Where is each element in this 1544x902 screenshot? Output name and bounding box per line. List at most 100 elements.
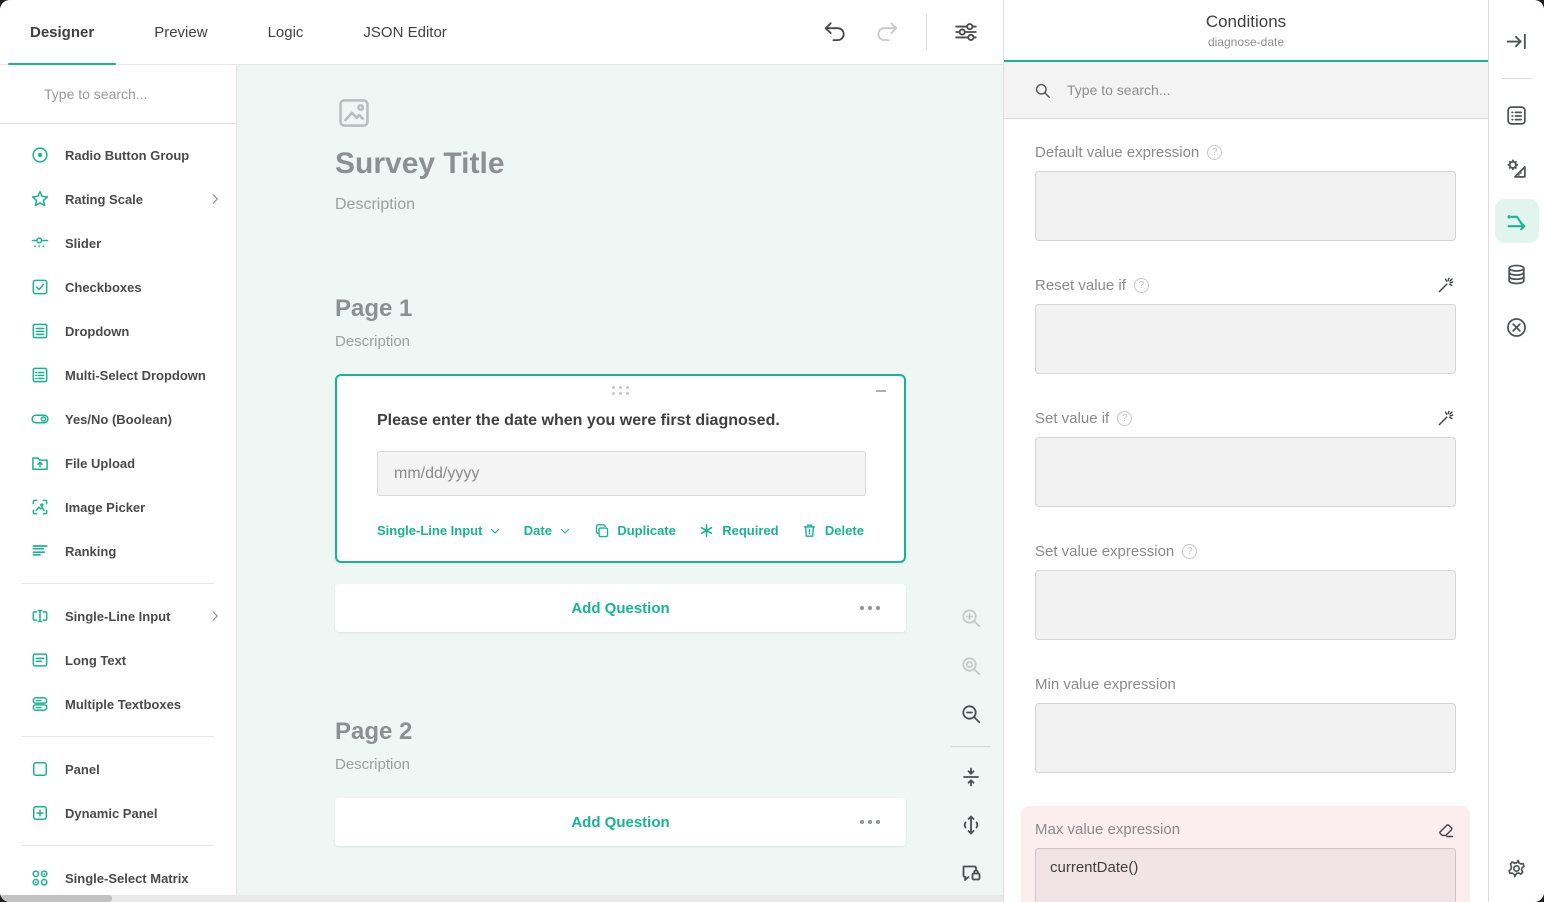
toolbox-search[interactable] xyxy=(0,65,236,124)
toolbox-item-radio-button-group[interactable]: Radio Button Group xyxy=(0,133,236,177)
scrollbar-thumb[interactable] xyxy=(0,895,112,902)
date-input-field[interactable] xyxy=(377,451,866,496)
panel-search-input[interactable] xyxy=(1067,82,1472,98)
add-question-label: Add Question xyxy=(571,814,669,831)
question-type-selector[interactable]: Single-Line Input xyxy=(377,523,501,538)
tab-designer[interactable]: Designer xyxy=(0,0,124,64)
toolbox-sidebar: Radio Button Group Rating Scale Slider C… xyxy=(0,65,237,895)
condition-builder-wand-icon[interactable] xyxy=(1436,275,1456,295)
toolbox-item-label: Ranking xyxy=(65,544,222,559)
toolbox-item-single-line-input[interactable]: Single-Line Input xyxy=(0,594,236,638)
toolbox-item-checkboxes[interactable]: Checkboxes xyxy=(0,265,236,309)
help-icon[interactable]: ? xyxy=(1182,544,1197,559)
question-title[interactable]: Please enter the date when you were firs… xyxy=(377,412,864,430)
toolbox-item-image-picker[interactable]: Image Picker xyxy=(0,485,236,529)
set-value-if-input[interactable] xyxy=(1035,437,1456,507)
drag-scroll-mode-icon[interactable] xyxy=(955,809,987,841)
page2-description[interactable]: Description xyxy=(335,756,906,773)
required-toggle[interactable]: Required xyxy=(698,522,778,539)
add-question-label: Add Question xyxy=(571,600,669,617)
toolbox-item-label: Dropdown xyxy=(65,324,222,339)
reset-value-if-input[interactable] xyxy=(1035,304,1456,374)
rail-divider xyxy=(1502,78,1532,79)
question-type-label: Single-Line Input xyxy=(377,523,482,538)
toolbox-item-multi-select-dropdown[interactable]: Multi-Select Dropdown xyxy=(0,353,236,397)
tab-preview[interactable]: Preview xyxy=(124,0,237,64)
toolbox-item-file-upload[interactable]: File Upload xyxy=(0,441,236,485)
zoom-out-icon[interactable] xyxy=(955,698,987,730)
survey-logo-placeholder-icon[interactable] xyxy=(335,94,373,130)
conditions-logic-icon[interactable] xyxy=(1495,199,1539,243)
duplicate-button[interactable]: Duplicate xyxy=(593,522,676,539)
help-icon[interactable]: ? xyxy=(1117,411,1132,426)
add-question-button-page1[interactable]: Add Question xyxy=(335,584,906,632)
add-question-button-page2[interactable]: Add Question xyxy=(335,798,906,846)
drag-handle-icon[interactable] xyxy=(612,386,630,395)
collapse-all-pages-icon[interactable] xyxy=(955,761,987,793)
collapse-panel-icon[interactable] xyxy=(1495,19,1539,63)
chevron-right-icon[interactable] xyxy=(208,192,222,206)
toolbar-actions xyxy=(822,0,1003,64)
toolbox-item-panel[interactable]: Panel xyxy=(0,747,236,791)
panel-search[interactable] xyxy=(1004,62,1488,119)
validation-icon[interactable] xyxy=(1495,305,1539,349)
toolbox-search-input[interactable] xyxy=(44,86,225,102)
toolbox-item-boolean[interactable]: Yes/No (Boolean) xyxy=(0,397,236,441)
horizontal-scrollbar[interactable] xyxy=(0,895,1003,902)
lock-questions-icon[interactable] xyxy=(955,857,987,889)
min-value-expression-input[interactable] xyxy=(1035,703,1456,773)
toolbox-item-single-select-matrix[interactable]: Single-Select Matrix xyxy=(0,856,236,900)
tab-logic[interactable]: Logic xyxy=(238,0,334,64)
survey-title[interactable]: Survey Title xyxy=(335,147,906,181)
question-card-diagnose-date[interactable]: Please enter the date when you were firs… xyxy=(335,374,906,563)
settings-gear-icon[interactable] xyxy=(1495,846,1539,890)
default-value-expression-input[interactable] xyxy=(1035,171,1456,241)
zoom-in-icon[interactable] xyxy=(955,602,987,634)
long-text-icon xyxy=(30,650,50,670)
checkboxes-icon xyxy=(30,277,50,297)
add-question-menu-icon[interactable] xyxy=(854,600,886,616)
toolbox-item-label: Rating Scale xyxy=(65,192,193,207)
help-icon[interactable]: ? xyxy=(1207,145,1222,160)
add-question-menu-icon[interactable] xyxy=(854,814,886,830)
max-value-expression-input[interactable]: currentDate() xyxy=(1035,848,1456,902)
delete-button[interactable]: Delete xyxy=(801,522,864,539)
chevron-down-icon xyxy=(559,525,571,537)
tab-json-editor[interactable]: JSON Editor xyxy=(333,0,476,64)
input-type-label: Date xyxy=(524,523,552,538)
collapse-question-icon[interactable] xyxy=(872,382,890,400)
toolbox-item-rating-scale[interactable]: Rating Scale xyxy=(0,177,236,221)
chevron-right-icon[interactable] xyxy=(208,609,222,623)
page2-title[interactable]: Page 2 xyxy=(335,718,906,746)
general-settings-icon[interactable] xyxy=(1495,93,1539,137)
toolbox-item-dropdown[interactable]: Dropdown xyxy=(0,309,236,353)
help-icon[interactable]: ? xyxy=(1134,278,1149,293)
undo-icon[interactable] xyxy=(822,19,848,45)
section-label: Set value expression xyxy=(1035,543,1174,560)
input-type-selector[interactable]: Date xyxy=(524,523,571,538)
creator-settings-sliders-icon[interactable] xyxy=(953,19,979,45)
slider-icon xyxy=(30,233,50,253)
toolbox-item-label: Multiple Textboxes xyxy=(65,697,222,712)
condition-builder-wand-icon[interactable] xyxy=(1436,408,1456,428)
toolbox-item-ranking[interactable]: Ranking xyxy=(0,529,236,573)
redo-icon[interactable] xyxy=(874,19,900,45)
toolbox-item-dynamic-panel[interactable]: Dynamic Panel xyxy=(0,791,236,835)
zoom-reset-icon[interactable] xyxy=(955,650,987,682)
toolbox-item-long-text[interactable]: Long Text xyxy=(0,638,236,682)
duplicate-icon xyxy=(593,522,610,539)
survey-description[interactable]: Description xyxy=(335,196,906,214)
page1-title[interactable]: Page 1 xyxy=(335,295,906,323)
set-value-expression-input[interactable] xyxy=(1035,570,1456,640)
theme-designer-icon[interactable] xyxy=(1495,146,1539,190)
clear-value-eraser-icon[interactable] xyxy=(1436,819,1456,839)
section-min-value-expression: Min value expression xyxy=(1035,673,1456,778)
embedded-data-icon[interactable] xyxy=(1495,252,1539,296)
toolbox-item-multiple-textboxes[interactable]: Multiple Textboxes xyxy=(0,682,236,726)
file-upload-icon xyxy=(30,453,50,473)
radio-button-group-icon xyxy=(30,145,50,165)
toolbox-item-slider[interactable]: Slider xyxy=(0,221,236,265)
ranking-icon xyxy=(30,541,50,561)
conditions-panel: Conditions diagnose-date Default value e… xyxy=(1003,0,1488,902)
page1-description[interactable]: Description xyxy=(335,333,906,350)
